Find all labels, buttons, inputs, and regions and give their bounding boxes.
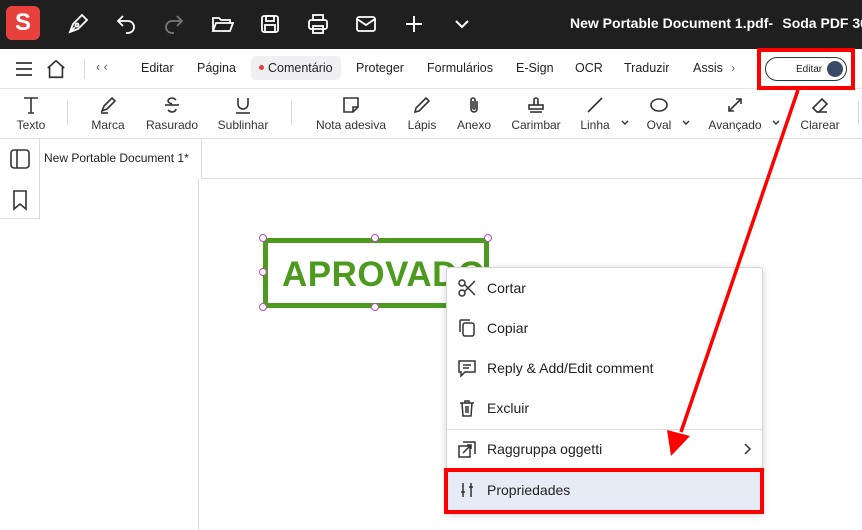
resize-handle[interactable] — [371, 303, 379, 311]
menu-item-cortar[interactable]: Cortar — [447, 268, 762, 308]
document-border — [198, 179, 199, 530]
tab-editar[interactable]: Editar — [141, 61, 174, 75]
tool-divider — [858, 101, 859, 125]
home-icon[interactable] — [45, 58, 67, 80]
resize-handle[interactable] — [371, 234, 379, 242]
scroll-right-button[interactable]: › — [731, 61, 735, 75]
tab-comentario[interactable]: Comentário — [251, 56, 341, 80]
tool-divider — [67, 101, 68, 125]
resize-handle[interactable] — [259, 303, 267, 311]
group-icon — [458, 441, 476, 458]
tab-divider — [202, 178, 862, 179]
paperclip-icon — [470, 97, 478, 113]
menu-item-raggruppa[interactable]: Raggruppa oggetti — [447, 429, 762, 469]
tab-esign[interactable]: E-Sign — [516, 61, 554, 75]
advanced-tools-icon — [728, 98, 742, 112]
comment-icon — [458, 360, 476, 378]
highlighter-icon — [100, 96, 117, 114]
side-panel — [0, 139, 40, 219]
oval-icon — [650, 98, 668, 112]
menu-icon[interactable] — [14, 60, 34, 78]
linha-dropdown-icon[interactable] — [620, 118, 630, 128]
folder-open-icon[interactable] — [210, 12, 234, 36]
tool-marca[interactable]: Marca — [86, 89, 130, 139]
chevron-down-icon[interactable] — [450, 12, 474, 36]
save-icon[interactable] — [258, 12, 282, 36]
highlight-box-edit-toggle — [757, 48, 855, 90]
tool-oval[interactable]: Oval — [643, 89, 675, 139]
tool-bar: Texto Marca Rasurado Sublinhar Nota ades… — [0, 89, 862, 139]
document-tab-label: New Portable Document 1* — [44, 151, 189, 165]
window-title: New Portable Document 1.pdf- Soda PDF 36 — [570, 15, 862, 31]
scissors-icon — [458, 279, 476, 297]
mail-icon[interactable] — [354, 12, 378, 36]
document-tab[interactable]: New Portable Document 1* — [40, 139, 202, 179]
tool-texto[interactable]: Texto — [12, 89, 50, 139]
tool-linha[interactable]: Linha — [577, 89, 613, 139]
scroll-left-button[interactable]: ‹ ‹ — [96, 60, 108, 74]
resize-handle[interactable] — [484, 234, 492, 242]
stamp-icon — [528, 97, 544, 113]
copy-icon — [459, 319, 475, 337]
menu-divider — [84, 59, 85, 79]
bookmark-icon[interactable] — [9, 189, 31, 211]
tab-traduzir[interactable]: Traduzir — [624, 61, 669, 75]
tab-pagina[interactable]: Página — [197, 61, 236, 75]
resize-handle[interactable] — [259, 234, 267, 242]
tool-carimbar[interactable]: Carimbar — [508, 89, 564, 139]
tool-divider — [291, 101, 292, 125]
chevron-right-icon — [744, 443, 752, 455]
menu-item-excluir[interactable]: Excluir — [447, 388, 762, 428]
tool-nota-adesiva[interactable]: Nota adesiva — [312, 89, 390, 139]
underline-icon — [236, 98, 250, 114]
active-dot — [259, 65, 264, 71]
tool-rasurado[interactable]: Rasurado — [143, 89, 201, 139]
redo-icon[interactable] — [162, 12, 186, 36]
app-name: Soda PDF 36 — [782, 15, 862, 31]
pencil-icon — [413, 96, 431, 114]
text-icon — [24, 97, 38, 114]
tool-anexo[interactable]: Anexo — [454, 89, 494, 139]
tool-clarear[interactable]: Clarear — [797, 89, 843, 139]
strikethrough-icon — [165, 97, 179, 113]
panel-icon[interactable] — [9, 148, 31, 170]
tool-sublinhar[interactable]: Sublinhar — [214, 89, 272, 139]
tab-assis[interactable]: Assis — [693, 61, 723, 75]
menu-bar: ‹ ‹ Editar Página Comentário Proteger Fo… — [0, 49, 862, 89]
pen-icon[interactable] — [66, 12, 90, 36]
trash-icon — [460, 400, 474, 417]
highlight-box-propriedades — [444, 468, 764, 514]
menu-item-reply-comment[interactable]: Reply & Add/Edit comment — [447, 348, 762, 388]
tab-formularios[interactable]: Formulários — [427, 61, 493, 75]
avancado-dropdown-icon[interactable] — [771, 118, 781, 128]
print-icon[interactable] — [306, 12, 330, 36]
tab-proteger[interactable]: Proteger — [356, 61, 404, 75]
tool-avancado[interactable]: Avançado — [704, 89, 766, 139]
title-bar: S New Portable Document 1.pdf- Soda PDF 3… — [0, 0, 862, 49]
sticky-note-icon — [343, 97, 359, 113]
line-icon — [587, 97, 603, 113]
menu-item-copiar[interactable]: Copiar — [447, 308, 762, 348]
soda-logo[interactable]: S — [6, 6, 40, 40]
oval-dropdown-icon[interactable] — [681, 118, 691, 128]
document-title: New Portable Document 1.pdf — [570, 15, 769, 31]
tab-ocr[interactable]: OCR — [575, 61, 603, 75]
resize-handle[interactable] — [259, 268, 267, 276]
tool-lapis[interactable]: Lápis — [403, 89, 441, 139]
eraser-icon — [811, 97, 829, 113]
plus-icon[interactable] — [402, 12, 426, 36]
undo-icon[interactable] — [114, 12, 138, 36]
